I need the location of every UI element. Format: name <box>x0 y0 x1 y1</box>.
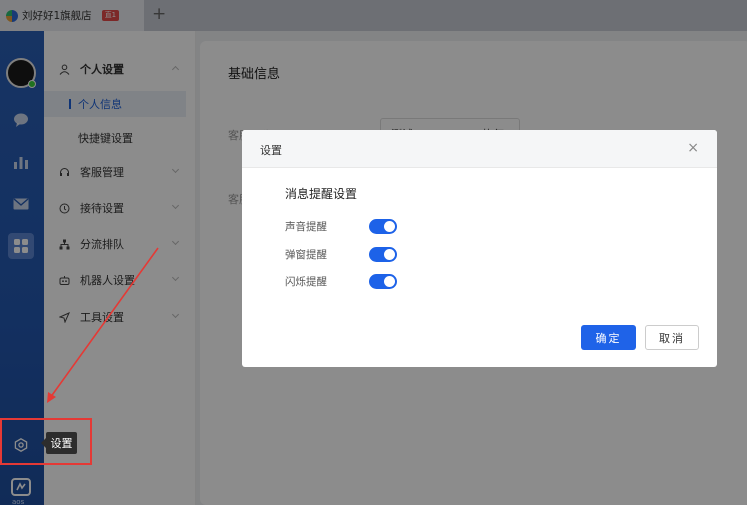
sound-toggle-label: 声音提醒 <box>285 220 327 233</box>
popup-toggle-row: 弹窗提醒 <box>285 246 397 262</box>
close-icon[interactable]: × <box>687 141 699 155</box>
notification-section-title: 消息提醒设置 <box>285 187 358 201</box>
cancel-button[interactable]: 取消 <box>645 325 699 350</box>
dialog-header: 设置 × <box>242 130 717 168</box>
sound-toggle-row: 声音提醒 <box>285 218 397 234</box>
settings-tooltip: 设置 <box>41 432 77 454</box>
confirm-button[interactable]: 确定 <box>581 325 636 350</box>
popup-toggle[interactable] <box>369 246 397 262</box>
dialog-title: 设置 <box>260 144 282 157</box>
popup-toggle-label: 弹窗提醒 <box>285 248 327 261</box>
flash-toggle-label: 闪烁提醒 <box>285 275 327 288</box>
settings-dialog: 设置 × 消息提醒设置 声音提醒 弹窗提醒 闪烁提醒 确定 取消 <box>242 130 717 367</box>
sound-toggle[interactable] <box>369 218 397 234</box>
flash-toggle[interactable] <box>369 273 397 289</box>
flash-toggle-row: 闪烁提醒 <box>285 273 397 289</box>
